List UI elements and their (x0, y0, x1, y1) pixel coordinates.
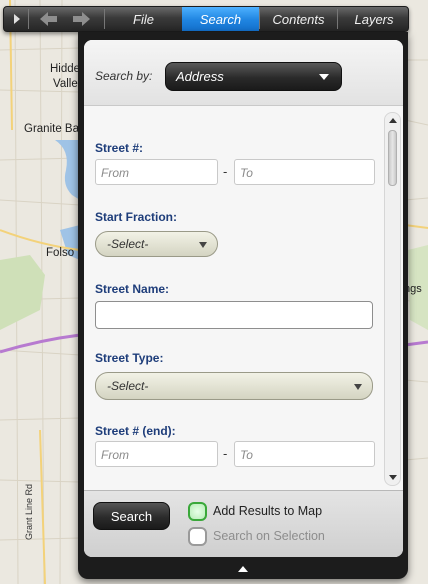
street-number-to-input[interactable]: To (234, 159, 375, 185)
street-number-end-label: Street # (end): (95, 424, 176, 438)
street-number-from-input[interactable]: From (95, 159, 218, 185)
search-panel: Search by: Address Street #: From - To S… (84, 40, 403, 557)
search-by-dropdown[interactable]: Address (165, 62, 342, 91)
search-by-value: Address (176, 69, 224, 84)
search-button[interactable]: Search (93, 502, 170, 530)
form-scrollbar[interactable] (384, 112, 401, 486)
search-by-header: Search by: Address (84, 40, 403, 106)
street-number-end-from-input[interactable]: From (95, 441, 218, 467)
tab-file[interactable]: File (105, 7, 182, 31)
map-label-grant-line-rd: Grant Line Rd (24, 483, 34, 540)
search-on-selection-label[interactable]: Search on Selection (213, 529, 325, 543)
street-number-label: Street #: (95, 141, 144, 155)
arrow-left-icon (40, 12, 57, 26)
start-fraction-label: Start Fraction: (95, 210, 178, 224)
tab-layers[interactable]: Layers (338, 7, 410, 31)
range-dash: - (223, 164, 228, 179)
add-results-label[interactable]: Add Results to Map (213, 504, 322, 518)
range-dash: - (223, 446, 228, 461)
collapse-panel-icon[interactable] (238, 566, 248, 572)
map-label-granite-bay: Granite Bay (24, 123, 85, 135)
street-type-label: Street Type: (95, 351, 164, 365)
street-number-end-to-input[interactable]: To (234, 441, 375, 467)
back-button[interactable] (34, 7, 64, 31)
add-results-checkbox[interactable] (188, 502, 207, 521)
expand-toolbar-button[interactable] (6, 7, 28, 31)
search-on-selection-checkbox[interactable] (188, 527, 207, 546)
caret-down-icon (199, 242, 207, 248)
top-toolbar: File Search Contents Layers (3, 6, 409, 32)
forward-button[interactable] (66, 7, 96, 31)
street-type-value: -Select- (107, 379, 149, 393)
map-label-hidden-valley: Hidde (50, 63, 81, 75)
play-icon (14, 14, 20, 24)
search-by-label: Search by: (95, 69, 153, 83)
address-form: Street #: From - To Start Fraction: -Sel… (84, 107, 384, 487)
caret-down-icon (319, 74, 329, 80)
search-footer: Search Add Results to Map Search on Sele… (84, 490, 403, 557)
tab-contents[interactable]: Contents (260, 7, 337, 31)
street-type-select[interactable]: -Select- (95, 372, 373, 400)
street-name-label: Street Name: (95, 282, 170, 296)
start-fraction-select[interactable]: -Select- (95, 231, 218, 257)
scroll-down-icon[interactable] (389, 475, 397, 480)
tab-search[interactable]: Search (182, 7, 259, 31)
map-label-hidden-valley-2: Valle (53, 78, 78, 90)
arrow-right-icon (73, 12, 90, 26)
scroll-up-icon[interactable] (389, 118, 397, 123)
scroll-thumb[interactable] (388, 130, 397, 186)
start-fraction-value: -Select- (107, 237, 149, 251)
street-name-input[interactable] (95, 301, 373, 329)
map-label-folsom: Folso (46, 247, 75, 259)
caret-down-icon (354, 384, 362, 390)
